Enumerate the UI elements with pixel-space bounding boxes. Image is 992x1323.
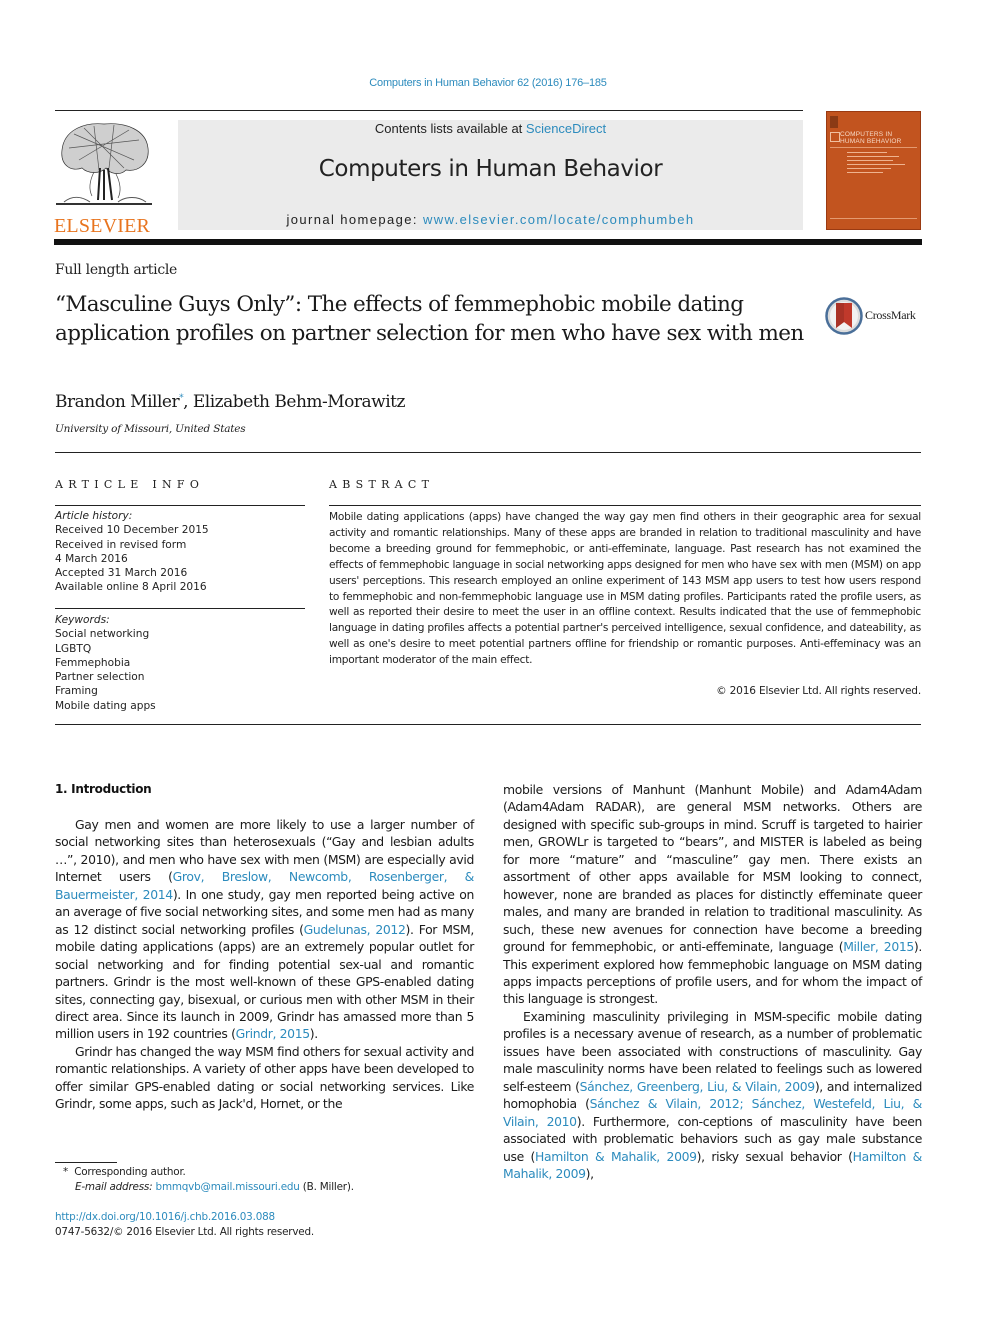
keywords-label: Keywords:: [55, 614, 110, 626]
journal-homepage-link[interactable]: www.elsevier.com/locate/comphumbeh: [423, 212, 695, 227]
journal-cover-thumbnail[interactable]: COMPUTERS IN HUMAN BEHAVIOR: [826, 111, 921, 230]
keyword: Femmephobia: [55, 656, 131, 669]
citation-link[interactable]: Miller, 2015: [843, 939, 914, 954]
body-column-right: mobile versions of Manhunt (Manhunt Mobi…: [503, 781, 922, 1182]
article-type: Full length article: [55, 262, 178, 278]
cover-text-line: [847, 152, 887, 153]
article-info-heading: ARTICLE INFO: [55, 478, 205, 491]
homepage-prefix: journal homepage:: [286, 212, 423, 227]
corresponding-author-note: * Corresponding author.: [63, 1166, 186, 1178]
journal-banner: Contents lists available at ScienceDirec…: [178, 120, 803, 230]
author-name[interactable]: Elizabeth Behm-Morawitz: [193, 392, 406, 412]
keyword: LGBTQ: [55, 642, 92, 655]
issn-copyright: 0747-5632/© 2016 Elsevier Ltd. All right…: [55, 1226, 314, 1238]
author-name[interactable]: Brandon Miller: [55, 392, 180, 412]
cover-rule: [830, 218, 917, 219]
paragraph: Examining masculinity privileging in MSM…: [503, 1008, 922, 1181]
doi-link[interactable]: http://dx.doi.org/10.1016/j.chb.2016.03.…: [55, 1210, 314, 1225]
email-note: E-mail address: bmmqvb@mail.missouri.edu…: [75, 1181, 354, 1193]
cover-text-line: [847, 164, 905, 165]
abstract-heading: ABSTRACT: [329, 478, 435, 491]
cover-text-line: [847, 156, 899, 157]
abstract-copyright: © 2016 Elsevier Ltd. All rights reserved…: [716, 685, 921, 697]
history-item: Accepted 31 March 2016: [55, 567, 188, 580]
keyword: Framing: [55, 685, 98, 698]
keywords-list: Keywords: Social networking LGBTQ Femmep…: [55, 613, 305, 713]
contents-line: Contents lists available at ScienceDirec…: [178, 121, 803, 136]
citation-link[interactable]: Hamilton & Mahalik, 2009: [535, 1149, 697, 1164]
cover-logo-icon: [830, 132, 840, 142]
keyword: Partner selection: [55, 671, 145, 684]
crossmark-label: CrossMark: [865, 308, 916, 322]
journal-title: Computers in Human Behavior: [318, 156, 663, 182]
crossmark-icon: [825, 297, 863, 335]
doi-block: http://dx.doi.org/10.1016/j.chb.2016.03.…: [55, 1210, 314, 1240]
abstract-text: Mobile dating applications (apps) have c…: [329, 511, 921, 667]
body-column-left: Gay men and women are more likely to use…: [55, 816, 474, 1113]
journal-citation-link[interactable]: Computers in Human Behavior 62 (2016) 17…: [0, 77, 976, 89]
footnote-rule: [55, 1162, 117, 1163]
author-list: Brandon Miller*, Elizabeth Behm-Morawitz: [55, 392, 405, 412]
journal-homepage-line: journal homepage: www.elsevier.com/locat…: [178, 212, 803, 227]
abstract-rule: [329, 505, 921, 506]
elsevier-tree-icon: [56, 123, 152, 205]
article-title: “Masculine Guys Only”: The effects of fe…: [55, 292, 804, 346]
footnotes: * Corresponding author. E-mail address: …: [55, 1165, 354, 1195]
cover-text-line: [847, 168, 891, 169]
sciencedirect-link[interactable]: ScienceDirect: [526, 121, 606, 136]
cover-rule: [830, 147, 917, 148]
cover-text-line: [847, 160, 893, 161]
history-item: 4 March 2016: [55, 552, 128, 565]
history-item: Received 10 December 2015: [55, 524, 209, 537]
citation-link[interactable]: Sánchez, Greenberg, Liu, & Vilain, 2009: [580, 1079, 816, 1094]
affiliation: University of Missouri, United States: [55, 423, 246, 435]
author-email-link[interactable]: bmmqvb@mail.missouri.edu: [156, 1181, 300, 1193]
crossmark-button[interactable]: CrossMark: [825, 297, 925, 335]
cover-title: COMPUTERS IN HUMAN BEHAVIOR: [840, 131, 902, 145]
contents-prefix: Contents lists available at: [374, 121, 526, 136]
elsevier-wordmark: ELSEVIER: [54, 215, 151, 237]
article-info-rule: [55, 505, 305, 506]
history-item: Received in revised form: [55, 538, 187, 551]
paragraph: Gay men and women are more likely to use…: [55, 817, 474, 1042]
keyword: Social networking: [55, 628, 150, 641]
author-separator: ,: [183, 392, 193, 412]
section-rule: [55, 452, 921, 453]
article-info-rule: [55, 608, 305, 609]
paragraph: Grindr has changed the way MSM find othe…: [55, 1043, 474, 1112]
section-rule: [55, 724, 921, 725]
introduction-heading: 1. Introduction: [55, 782, 152, 796]
keyword: Mobile dating apps: [55, 699, 156, 712]
elsevier-logo[interactable]: ELSEVIER: [54, 120, 156, 237]
history-label: Article history:: [55, 510, 133, 522]
citation-link[interactable]: Gudelunas, 2012: [304, 922, 406, 937]
paragraph: mobile versions of Manhunt (Manhunt Mobi…: [503, 782, 922, 1007]
citation-link[interactable]: Grindr, 2015: [236, 1026, 311, 1041]
masthead-thick-rule: [54, 239, 922, 245]
cover-text-line: [847, 172, 883, 173]
cover-emblem-icon: [830, 116, 838, 128]
history-item: Available online 8 April 2016: [55, 581, 207, 594]
header-rule: [55, 110, 803, 111]
article-history: Article history: Received 10 December 20…: [55, 509, 305, 595]
